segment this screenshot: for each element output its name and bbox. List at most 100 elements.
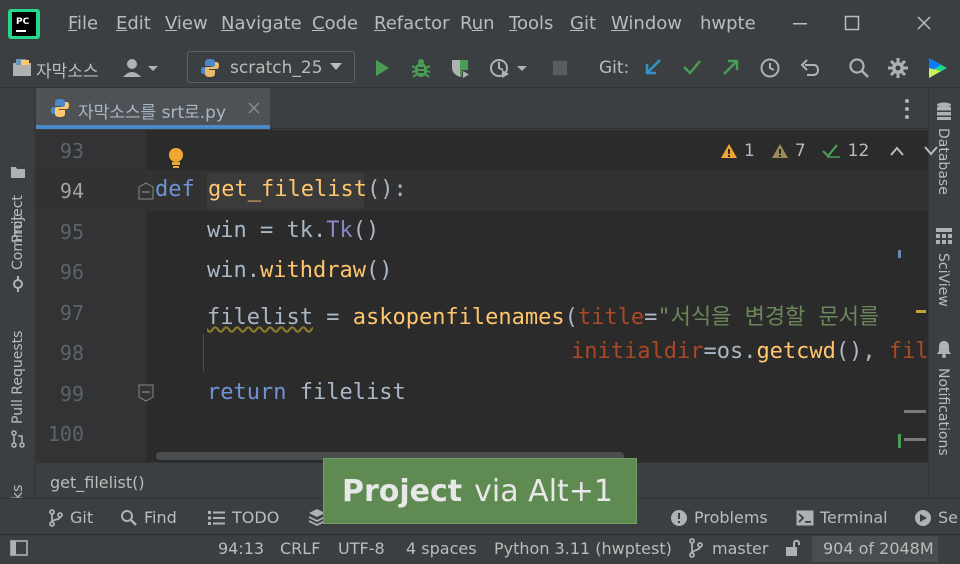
history-icon[interactable] (757, 55, 783, 81)
stop-icon[interactable] (549, 57, 571, 79)
branch-icon (689, 538, 703, 558)
sciview-tool-button[interactable]: SciView (935, 253, 951, 307)
file-encoding[interactable]: UTF-8 (338, 539, 385, 558)
git-commit-icon[interactable] (680, 55, 704, 79)
terminal-tool-button[interactable]: Terminal (796, 508, 888, 527)
code-line-94: def get_filelist(): (155, 177, 407, 202)
indent-setting[interactable]: 4 spaces (406, 539, 477, 558)
code-line-97: filelist = askopenfilenames(title="서식을 변… (207, 305, 880, 330)
problems-tool-button[interactable]: Problems (670, 508, 768, 527)
warning-icon (721, 144, 737, 158)
git-branch[interactable]: master (712, 539, 768, 558)
debug-icon[interactable] (408, 55, 434, 81)
menu-item[interactable]: Window (611, 13, 682, 34)
tool-window-hint-popup: Project via Alt+1 (323, 458, 637, 524)
rollback-icon[interactable] (797, 55, 823, 81)
typo-icon (821, 144, 840, 158)
more-options-icon[interactable] (903, 98, 911, 120)
scroll-mark (904, 438, 926, 441)
close-tab-icon[interactable] (248, 102, 260, 114)
caret-position[interactable]: 94:13 (218, 539, 264, 558)
menu-item[interactable]: File (68, 13, 98, 34)
run-config-selector[interactable]: scratch_25 (187, 51, 355, 83)
python-interpreter[interactable]: Python 3.11 (hwptest) (494, 539, 672, 558)
weak-warning-count: 7 (794, 141, 806, 161)
scroll-mark (898, 434, 901, 448)
weak-warning-icon (771, 144, 788, 158)
menu-item[interactable]: Tools (509, 13, 553, 34)
line-number: 94 (59, 179, 84, 203)
menu-item[interactable]: Git (570, 13, 596, 34)
code-line-96: win.withdraw() (207, 258, 393, 283)
commit-tool-button[interactable]: Commit (10, 215, 26, 270)
menu-item[interactable]: Edit (116, 13, 151, 34)
scroll-mark (898, 250, 901, 258)
profile-icon[interactable] (487, 55, 529, 81)
toggle-tool-windows-icon[interactable] (10, 540, 28, 556)
intention-bulb-icon[interactable] (165, 146, 187, 170)
project-name[interactable]: 자막소스 (36, 57, 99, 82)
line-number: 97 (59, 301, 84, 325)
menu-item[interactable]: Run (460, 13, 495, 34)
git-push-icon[interactable] (719, 55, 743, 79)
ide-window: PC File Edit View Navigate Code Refactor Run To… (0, 0, 960, 564)
git-tool-button[interactable]: Git (48, 508, 93, 527)
fold-end-icon[interactable] (138, 384, 154, 402)
inspection-widget[interactable]: 1 7 12 (720, 138, 939, 164)
gear-icon[interactable] (885, 55, 911, 81)
user-icon[interactable] (120, 56, 162, 80)
run-icon[interactable] (370, 56, 394, 80)
line-number: 93 (59, 139, 84, 163)
toolbox-icon[interactable] (924, 55, 950, 81)
maximize-button[interactable] (832, 8, 872, 40)
line-separator[interactable]: CRLF (280, 539, 320, 558)
menu-item[interactable]: Navigate (221, 13, 302, 34)
folder-icon (11, 167, 25, 178)
python-file-icon (51, 99, 69, 117)
next-highlight-icon[interactable] (923, 145, 939, 157)
menu-bar: PC File Edit View Navigate Code Refactor Run To… (0, 0, 960, 48)
scroll-mark (904, 410, 926, 413)
git-label: Git: (599, 58, 630, 78)
memory-usage: 904 of 2048M (823, 539, 934, 558)
services-tool-button[interactable]: Se (914, 508, 958, 527)
git-update-icon[interactable] (641, 55, 665, 79)
minimize-button[interactable] (780, 8, 820, 40)
tab-filename: 자막소스를 srt로.py (78, 103, 227, 123)
line-number: 96 (59, 260, 84, 284)
popup-title: Project (342, 473, 463, 509)
search-icon[interactable] (846, 55, 872, 81)
typo-count: 12 (847, 141, 870, 161)
lock-icon[interactable] (784, 538, 802, 558)
close-button[interactable] (904, 8, 944, 40)
python-icon (201, 59, 219, 77)
info-icon (671, 509, 687, 526)
search-icon (121, 509, 137, 526)
window-title: hwpte (700, 13, 756, 34)
menu-item[interactable]: View (165, 13, 208, 34)
menu-item[interactable]: Code (312, 13, 358, 34)
list-icon (208, 510, 225, 525)
services-icon (915, 509, 931, 526)
menu-item[interactable]: Refactor (374, 13, 450, 34)
chevron-down-icon (330, 63, 342, 70)
find-tool-button[interactable]: Find (120, 508, 177, 527)
previous-highlight-icon[interactable] (889, 145, 905, 157)
editor-tab[interactable]: 자막소스를 srt로.py (36, 88, 270, 129)
scroll-mark (916, 310, 926, 313)
fold-start-icon[interactable] (138, 182, 154, 200)
bell-icon (937, 341, 951, 358)
breadcrumb-item[interactable]: get_filelist() (50, 473, 145, 492)
indent-guide (203, 334, 204, 372)
line-number: 99 (59, 382, 84, 406)
active-tab-indicator (36, 125, 270, 129)
commit-icon (13, 276, 23, 292)
todo-tool-button[interactable]: TODO (208, 508, 279, 527)
svg-text:PC: PC (16, 17, 30, 27)
pull-requests-tool-button[interactable]: Pull Requests (10, 331, 26, 424)
notifications-tool-button[interactable]: Notifications (935, 368, 951, 456)
left-tool-stripe: Project Commit Pull Requests ks (0, 88, 35, 528)
coverage-icon[interactable] (447, 55, 473, 81)
line-number: 98 (59, 341, 84, 365)
pycharm-logo: PC (8, 9, 40, 39)
